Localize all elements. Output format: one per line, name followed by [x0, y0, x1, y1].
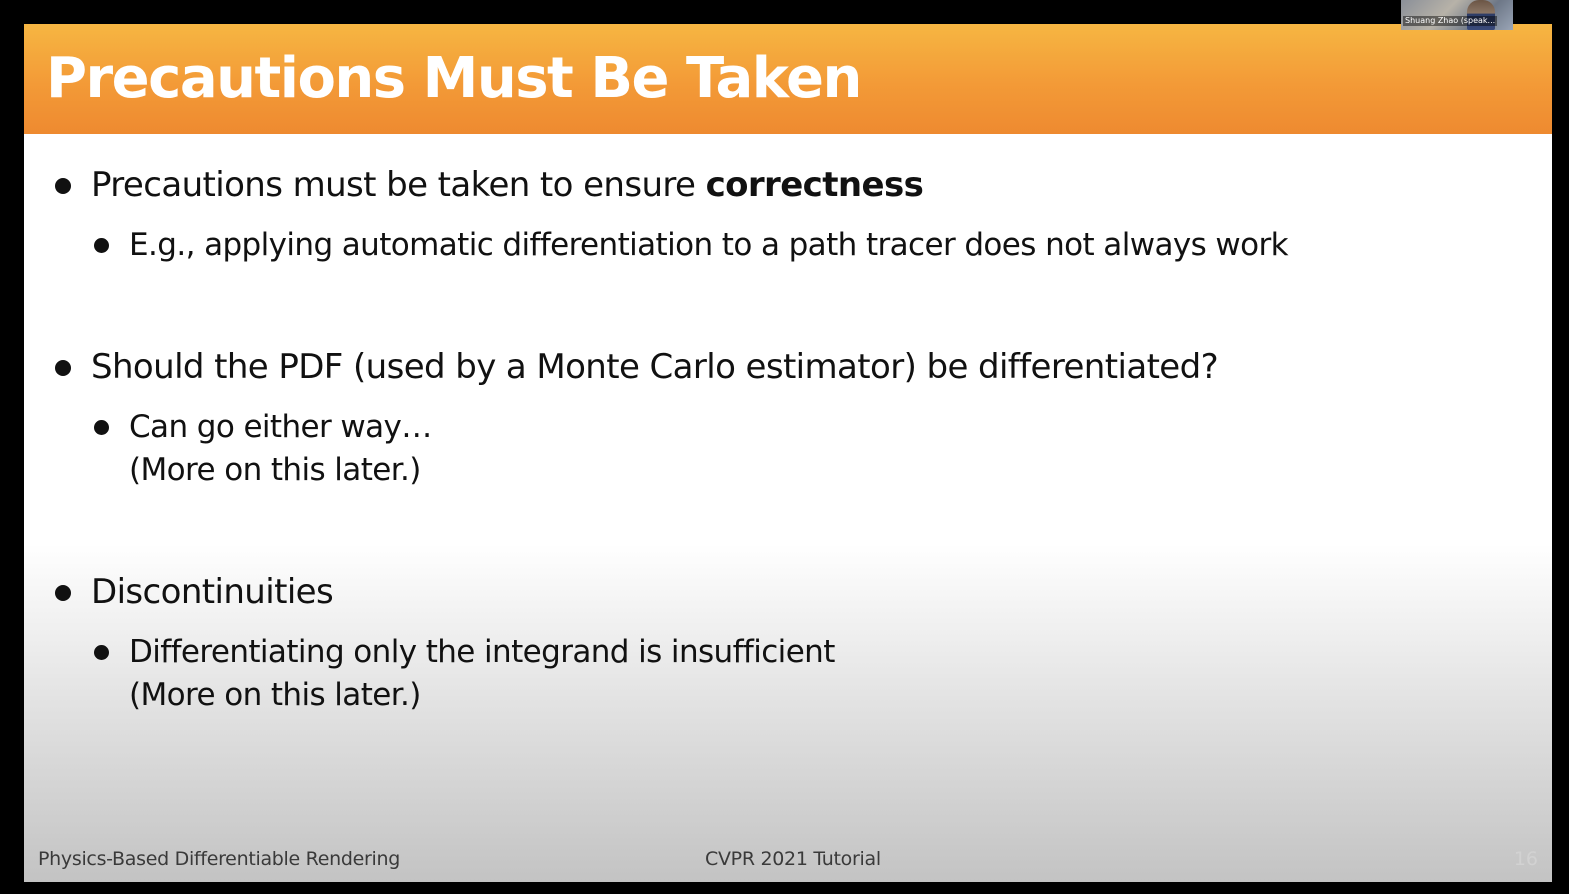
bullet-2: Should the PDF (used by a Monte Carlo es… [55, 346, 1219, 388]
bullet-1-bold-text: correctness [705, 165, 924, 205]
screen: Precautions Must Be Taken Precautions mu… [0, 0, 1569, 894]
bullet-2-sub-1: Can go either way… (More on this later.) [94, 406, 432, 492]
presentation-slide: Precautions Must Be Taken Precautions mu… [24, 24, 1552, 882]
speaker-name-label: Shuang Zhao (speak... [1403, 16, 1498, 26]
sub-bullet-dot [94, 238, 109, 253]
footer-left: Physics-Based Differentiable Rendering [38, 848, 400, 870]
bullet-2-sub-1-line-1: Can go either way… [129, 409, 432, 445]
bullet-3: Discontinuities [55, 571, 334, 613]
bullet-2-sub-1-line-2: (More on this later.) [129, 452, 421, 488]
bullet-dot [55, 360, 71, 376]
bullet-3-text: Discontinuities [91, 572, 334, 612]
bullet-1-sub-1: E.g., applying automatic differentiation… [94, 224, 1289, 267]
bullet-2-text: Should the PDF (used by a Monte Carlo es… [91, 347, 1219, 387]
bullet-3-sub-1: Differentiating only the integrand is in… [94, 631, 835, 717]
speaker-video-thumbnail[interactable]: Shuang Zhao (speak... [1401, 0, 1513, 30]
sub-bullet-dot [94, 645, 109, 660]
slide-title: Precautions Must Be Taken [46, 46, 862, 111]
bullet-dot [55, 585, 71, 601]
bullet-1: Precautions must be taken to ensure corr… [55, 164, 924, 206]
bullet-1-text: Precautions must be taken to ensure [91, 165, 706, 205]
bullet-3-sub-1-line-2: (More on this later.) [129, 677, 421, 713]
bullet-dot [55, 178, 71, 194]
bullet-1-sub-1-text: E.g., applying automatic differentiation… [129, 227, 1289, 263]
page-number: 16 [1513, 848, 1538, 870]
footer-center: CVPR 2021 Tutorial [705, 848, 881, 870]
title-bar: Precautions Must Be Taken [24, 24, 1552, 134]
bullet-3-sub-1-line-1: Differentiating only the integrand is in… [129, 634, 835, 670]
sub-bullet-dot [94, 420, 109, 435]
